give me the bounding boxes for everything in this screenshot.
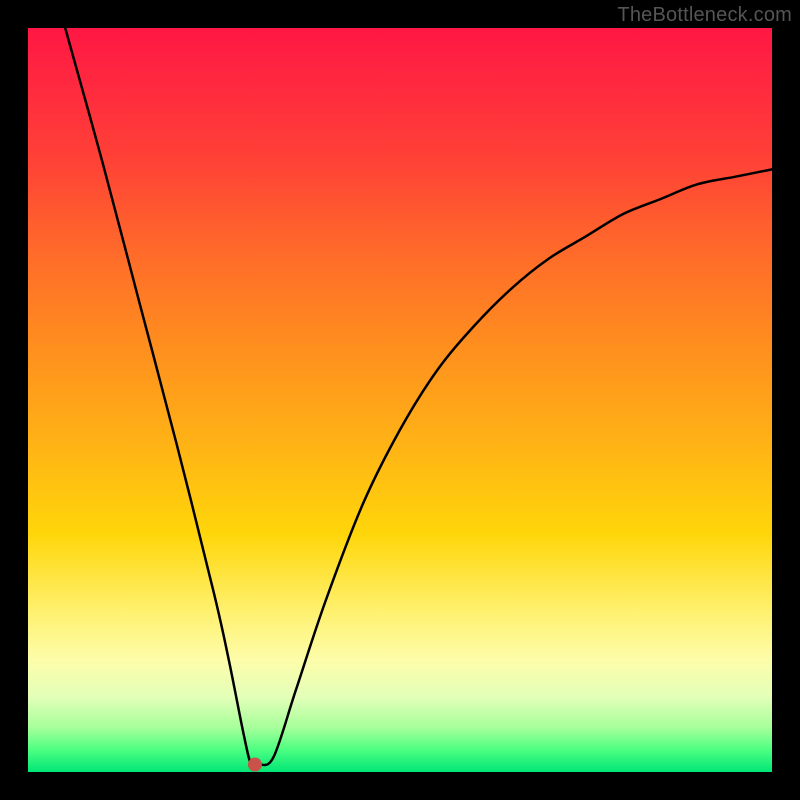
chart-svg <box>28 28 772 772</box>
watermark-text: TheBottleneck.com <box>617 4 792 27</box>
curve-line <box>65 28 772 767</box>
chart-frame: TheBottleneck.com <box>0 0 800 800</box>
marker-dot <box>248 758 262 772</box>
plot-area <box>28 28 772 772</box>
